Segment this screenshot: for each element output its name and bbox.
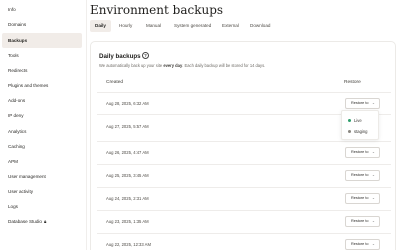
chevron-down-icon: ⌄ [371, 196, 375, 200]
sidebar-item-user-management[interactable]: User management [2, 169, 82, 184]
backup-date: Aug 25, 2025, 3:45 AM [106, 173, 149, 178]
page-title: Environment backups [90, 3, 224, 17]
restore-to-button[interactable]: Restore to ⌄ [345, 147, 380, 158]
sidebar-item-logs[interactable]: Logs [2, 199, 82, 214]
sidebar-divider [86, 0, 87, 250]
tab-hourly[interactable]: Hourly [114, 20, 137, 32]
chevron-down-icon: ⌄ [371, 242, 375, 246]
sidebar-item-database-studio[interactable]: Database Studio 🔒︎ [2, 214, 82, 229]
backup-date: Aug 28, 2025, 6:32 AM [106, 101, 149, 106]
lock-icon: 🔒︎ [43, 219, 47, 224]
tab-daily[interactable]: Daily [90, 20, 111, 32]
chevron-down-icon: ⌄ [371, 150, 375, 154]
dropdown-option-live[interactable]: Live [348, 118, 362, 123]
column-header-restore: Restore [344, 80, 361, 85]
sidebar-item-domains[interactable]: Domains [2, 17, 82, 32]
sidebar-item-ip-deny[interactable]: IP deny [2, 108, 82, 123]
help-icon[interactable]: ? [142, 52, 149, 59]
table-row: Aug 26, 2025, 4:47 AM Restore to ⌄ [97, 141, 391, 163]
table-row: Aug 22, 2025, 12:33 AM Restore to ⌄ [97, 233, 391, 250]
table-row: Aug 24, 2025, 2:31 AM Restore to ⌄ [97, 187, 391, 209]
chevron-down-icon: ⌄ [371, 173, 375, 177]
backup-date: Aug 23, 2025, 1:35 AM [106, 219, 149, 224]
daily-backups-card: Daily backups ? We automatically back up… [90, 41, 396, 250]
card-title: Daily backups [99, 53, 141, 60]
sidebar-item-user-activity[interactable]: User activity [2, 184, 82, 199]
staging-status-dot [348, 130, 351, 134]
tab-manual[interactable]: Manual [141, 20, 166, 32]
sidebar-item-plugins-and-themes[interactable]: Plugins and themes [2, 78, 82, 93]
live-status-dot [348, 119, 351, 123]
table-row: Aug 23, 2025, 1:35 AM Restore to ⌄ [97, 210, 391, 232]
chevron-down-icon: ⌄ [371, 101, 375, 105]
sidebar-item-label: Database Studio [8, 219, 42, 224]
sidebar-item-analytics[interactable]: Analytics [2, 124, 82, 139]
sidebar-item-apm[interactable]: APM [2, 154, 82, 169]
card-description: We automatically back up your site every… [99, 63, 266, 68]
chevron-down-icon: ⌄ [371, 219, 375, 223]
tab-download[interactable]: Download [245, 20, 275, 32]
dropdown-option-staging[interactable]: staging [348, 129, 368, 134]
tab-system-generated[interactable]: System generated [169, 20, 216, 32]
column-header-created: Created [106, 80, 124, 85]
tab-external[interactable]: External [217, 20, 244, 32]
restore-to-button[interactable]: Restore to ⌄ [345, 216, 380, 227]
table-row: Aug 25, 2025, 3:45 AM Restore to ⌄ [97, 164, 391, 186]
backup-date: Aug 22, 2025, 12:33 AM [106, 242, 151, 247]
sidebar-item-info[interactable]: Info [2, 2, 82, 17]
restore-to-button[interactable]: Restore to ⌄ [345, 98, 380, 109]
restore-to-dropdown: Live staging [341, 110, 379, 140]
sidebar-item-tools[interactable]: Tools [2, 48, 82, 63]
sidebar-item-redirects[interactable]: Redirects [2, 63, 82, 78]
sidebar: Info Domains Backups Tools Redirects Plu… [0, 0, 84, 250]
restore-to-button[interactable]: Restore to ⌄ [345, 239, 380, 250]
sidebar-item-caching[interactable]: Caching [2, 139, 82, 154]
restore-to-button[interactable]: Restore to ⌄ [345, 170, 380, 181]
sidebar-item-add-ons[interactable]: Add-ons [2, 93, 82, 108]
sidebar-item-backups[interactable]: Backups [2, 33, 82, 48]
backup-date: Aug 27, 2025, 5:57 AM [106, 124, 149, 129]
backup-date: Aug 26, 2025, 4:47 AM [106, 150, 149, 155]
restore-to-button[interactable]: Restore to ⌄ [345, 193, 380, 204]
backup-date: Aug 24, 2025, 2:31 AM [106, 196, 149, 201]
